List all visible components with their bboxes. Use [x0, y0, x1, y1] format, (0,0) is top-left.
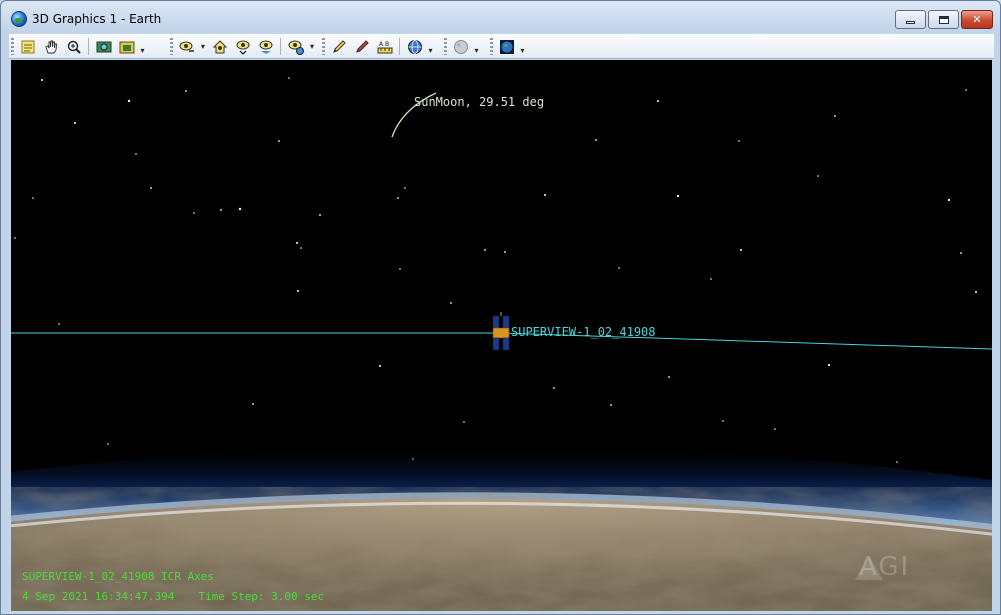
home-view-icon[interactable] — [208, 36, 231, 57]
window-title: 3D Graphics 1 - Earth — [32, 12, 162, 26]
maximize-icon — [938, 15, 949, 24]
toolbar-grip[interactable] — [322, 38, 325, 55]
close-icon: ✕ — [972, 13, 982, 26]
toolbar-separator — [280, 38, 281, 55]
zoom-icon[interactable] — [62, 36, 85, 57]
toolbar-overflow-chevron[interactable]: ▾ — [518, 36, 527, 57]
toolbar-grip[interactable] — [444, 38, 447, 55]
scene-canvas[interactable] — [11, 60, 992, 611]
agi-watermark: AGI — [859, 552, 911, 582]
snapshot-icon[interactable] — [115, 36, 138, 57]
globe-view-dropdown[interactable]: ▾ — [307, 36, 317, 57]
sunmoon-angle-label: SunMoon, 29.51 deg — [414, 95, 545, 109]
globe-app-icon[interactable] — [11, 11, 27, 27]
toolbar-group-lighting: ▾ — [443, 36, 481, 57]
toolbar-overflow-chevron[interactable]: ▾ — [472, 36, 481, 57]
view-from-dropdown[interactable]: ▾ — [198, 36, 208, 57]
toolbar-grip[interactable] — [11, 38, 14, 55]
properties-icon[interactable] — [16, 36, 39, 57]
toolbar-group-globe: ▾ — [489, 36, 527, 57]
svg-text:A B: A B — [379, 41, 389, 48]
globe-view-icon[interactable] — [284, 36, 307, 57]
toolbar-group-draw: A B ▾ — [321, 36, 435, 57]
time-status: 4 Sep 2021 16:34:47.394 Time Step: 3.00 s… — [22, 590, 324, 603]
scenario-datetime: 4 Sep 2021 16:34:47.394 — [22, 590, 175, 603]
moon-icon[interactable] — [449, 36, 472, 57]
toolbar-overflow-chevron[interactable]: ▾ — [426, 36, 435, 57]
time-step-text: Time Step: 3.00 sec — [198, 590, 325, 603]
toolbar-group-camera: ▾ ▾ — [169, 36, 317, 57]
graphics-toolbar: ▾ ▾ ▾ A B ▾ ▾ ▾ — [9, 34, 994, 59]
3d-viewport[interactable]: SunMoon, 29.51 deg SUPERVIEW-1_02_41908 … — [11, 60, 992, 611]
pencil-icon[interactable] — [327, 36, 350, 57]
starfield — [14, 77, 977, 463]
red-pencil-icon[interactable] — [350, 36, 373, 57]
satellite-label[interactable]: SUPERVIEW-1_02_41908 — [511, 325, 656, 339]
maximize-button[interactable] — [928, 10, 959, 29]
earth-globe[interactable] — [11, 444, 992, 611]
pan-icon[interactable] — [39, 36, 62, 57]
network-globe-icon[interactable] — [403, 36, 426, 57]
toolbar-separator — [399, 38, 400, 55]
toolbar-grip[interactable] — [170, 38, 173, 55]
view-from-icon[interactable] — [175, 36, 198, 57]
app-window: 3D Graphics 1 - Earth ✕ ▾ ▾ ▾ A B ▾ ▾ ▾ … — [0, 0, 1001, 615]
orient-view-icon[interactable] — [254, 36, 277, 57]
measure-icon[interactable]: A B — [373, 36, 396, 57]
toolbar-overflow-chevron[interactable]: ▾ — [138, 36, 147, 57]
minimize-icon — [906, 21, 915, 24]
satellite-model[interactable] — [492, 312, 510, 351]
earth-icon[interactable] — [495, 36, 518, 57]
axes-status-text: SUPERVIEW-1_02_41908 ICR Axes — [22, 570, 215, 583]
minimize-button[interactable] — [895, 10, 926, 29]
map-icon[interactable] — [92, 36, 115, 57]
toolbar-separator — [88, 38, 89, 55]
close-button[interactable]: ✕ — [961, 10, 993, 29]
view-to-icon[interactable] — [231, 36, 254, 57]
toolbar-group-view: ▾ — [10, 36, 147, 57]
toolbar-grip[interactable] — [490, 38, 493, 55]
title-bar[interactable]: 3D Graphics 1 - Earth ✕ — [1, 1, 1000, 35]
